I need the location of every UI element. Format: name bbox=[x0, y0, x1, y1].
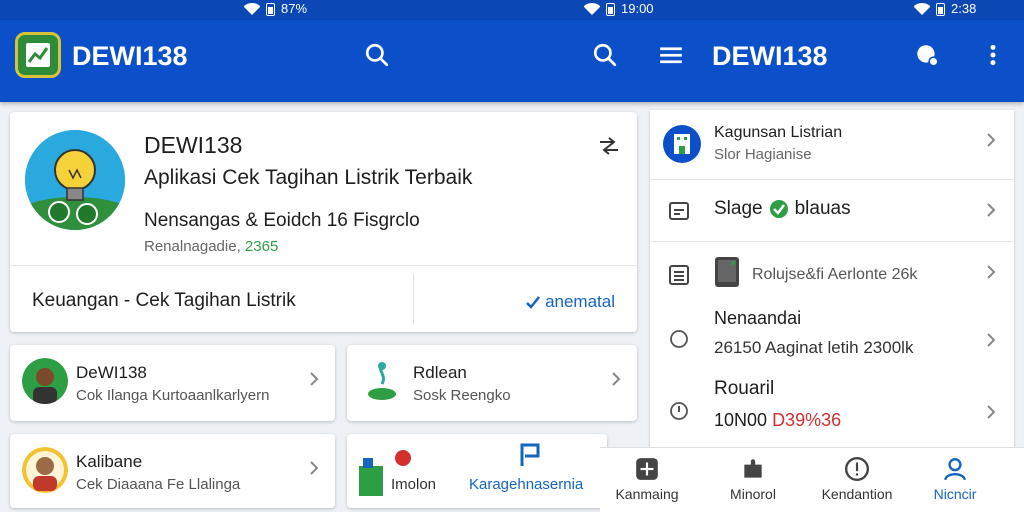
list-card[interactable]: Imolon Karagehnasernia bbox=[347, 434, 607, 508]
calendar-icon bbox=[666, 198, 692, 224]
hero-action-label: anematal bbox=[545, 292, 615, 311]
item-subtitle: 26150 Aaginat letih 2300lk bbox=[714, 338, 914, 357]
app-meta-label: Renalnagadie, bbox=[144, 238, 241, 255]
flag-icon bbox=[520, 443, 540, 466]
nav-label: Kanmaing bbox=[615, 486, 679, 502]
status-group-left: 87% bbox=[244, 1, 307, 17]
avatar bbox=[22, 358, 68, 404]
app-meta-value: 2365 bbox=[244, 238, 279, 255]
status-time: 19:00 bbox=[621, 1, 654, 16]
list-item[interactable]: Kagunsan Listrian Slor Hagianise bbox=[650, 110, 1014, 180]
chat-icon[interactable] bbox=[910, 38, 944, 72]
clock-icon bbox=[666, 398, 692, 424]
list-item[interactable]: Nenaandai 26150 Aaginat letih 2300lk bbox=[650, 302, 1014, 374]
battery-icon bbox=[266, 2, 275, 16]
card-link[interactable]: Karagehnasernia bbox=[469, 476, 583, 493]
plant-icon bbox=[359, 358, 405, 404]
app-title-secondary: DEWI138 bbox=[712, 41, 828, 71]
nav-label: Nicncir bbox=[933, 486, 977, 502]
list-icon bbox=[666, 262, 692, 288]
person-icon bbox=[944, 458, 966, 481]
hero-action-link[interactable]: anematal bbox=[525, 292, 615, 312]
bottom-navigation: Kanmaing Minorol Kendantion Nicncir bbox=[600, 447, 1024, 512]
status-time: 2:38 bbox=[951, 1, 977, 16]
item-title: Slage bbox=[714, 198, 763, 219]
item-title-row: Slage blauas bbox=[714, 198, 851, 220]
item-subtitle: Slor Hagianise bbox=[714, 146, 812, 163]
app-category: Keuangan - Cek Tagihan Listrik bbox=[32, 290, 296, 311]
nav-label: Minorol bbox=[730, 486, 776, 502]
status-group-right: 2:38 bbox=[914, 1, 976, 17]
battery-icon bbox=[936, 2, 945, 16]
check-icon bbox=[526, 296, 541, 309]
share-icon[interactable] bbox=[597, 136, 621, 156]
status-bar: 87% 19:00 2:38 bbox=[0, 0, 1024, 20]
nav-label: Kendantion bbox=[821, 486, 893, 502]
chevron-right-icon bbox=[987, 203, 996, 217]
building-icon bbox=[662, 124, 702, 164]
search-icon[interactable] bbox=[588, 38, 622, 72]
radio-icon[interactable] bbox=[666, 326, 692, 352]
chevron-right-icon bbox=[987, 333, 996, 347]
search-icon[interactable] bbox=[360, 38, 394, 72]
card-title: Rdlean bbox=[413, 363, 467, 382]
phone-icon bbox=[714, 256, 740, 288]
menu-icon[interactable] bbox=[654, 38, 688, 72]
wifi-icon bbox=[914, 3, 930, 15]
puzzle-icon bbox=[744, 459, 762, 478]
wifi-icon bbox=[244, 3, 260, 15]
more-vert-icon[interactable] bbox=[976, 38, 1010, 72]
app-logo-icon[interactable] bbox=[15, 32, 61, 78]
chevron-right-icon bbox=[612, 372, 621, 386]
app-tagline: Aplikasi Cek Tagihan Listrik Terbaik bbox=[144, 166, 473, 189]
chevron-right-icon bbox=[987, 405, 996, 419]
battery-percent: 87% bbox=[281, 1, 308, 16]
chevron-right-icon bbox=[310, 372, 319, 386]
battery-icon bbox=[606, 2, 615, 16]
chevron-right-icon bbox=[987, 265, 996, 279]
avatar bbox=[22, 447, 68, 493]
divider bbox=[10, 265, 637, 266]
app-developer: Nensangas & Eoidch 16 Fisgrclo bbox=[144, 210, 420, 231]
item-title: Kagunsan Listrian bbox=[714, 124, 843, 141]
app-hero-card[interactable]: DEWI138 Aplikasi Cek Tagihan Listrik Ter… bbox=[10, 112, 637, 332]
item-title: Rolujse&fi Aerlonte 26k bbox=[752, 266, 918, 283]
nav-item-kendantion[interactable]: Kendantion bbox=[812, 456, 902, 502]
wifi-icon bbox=[584, 3, 600, 15]
card-title: Imolon bbox=[391, 476, 437, 493]
info-icon bbox=[844, 456, 870, 482]
item-value-highlight: D39%36 bbox=[772, 410, 842, 430]
list-card[interactable]: DeWI138 Cok Ilanga Kurtoaanlkarlyern bbox=[10, 345, 335, 421]
nav-item-home[interactable]: Kanmaing bbox=[612, 456, 682, 502]
settings-panel: Kagunsan Listrian Slor Hagianise Slage b… bbox=[650, 110, 1014, 452]
nav-item-minor[interactable]: Minorol bbox=[718, 456, 788, 502]
item-title: Rouaril bbox=[714, 378, 775, 399]
list-card[interactable]: Rdlean Sosk Reengko bbox=[347, 345, 637, 421]
item-title: Nenaandai bbox=[714, 308, 802, 328]
divider bbox=[413, 274, 414, 324]
card-subtitle: Cok Ilanga Kurtoaanlkarlyern bbox=[76, 387, 270, 404]
nav-item-profile[interactable]: Nicncir bbox=[922, 456, 988, 502]
app-meta: Renalnagadie, 2365 bbox=[144, 238, 278, 255]
verified-icon bbox=[769, 200, 788, 218]
card-subtitle: Sosk Reengko bbox=[413, 387, 511, 404]
item-value-prefix: 10N00 bbox=[714, 410, 768, 430]
item-value: 10N00 D39%36 bbox=[714, 410, 841, 431]
app-title: DEWI138 bbox=[72, 41, 188, 71]
chevron-right-icon bbox=[987, 133, 996, 147]
app-name: DEWI138 bbox=[144, 132, 243, 158]
card-title: DeWI138 bbox=[76, 363, 147, 382]
app-bar: DEWI138 DEWI138 bbox=[0, 20, 1024, 102]
card-title: Kalibane bbox=[76, 452, 143, 471]
card-subtitle: Cek Diaaana Fe Llalinga bbox=[76, 476, 241, 493]
lightbulb-icon bbox=[25, 130, 125, 230]
list-card[interactable]: Kalibane Cek Diaaana Fe Llalinga bbox=[10, 434, 335, 508]
list-item[interactable]: Rouaril 10N00 D39%36 bbox=[650, 374, 1014, 448]
list-item[interactable]: Slage blauas bbox=[650, 180, 1014, 242]
status-group-mid: 19:00 bbox=[584, 1, 654, 17]
list-item[interactable]: Rolujse&fi Aerlonte 26k bbox=[650, 242, 1014, 302]
chevron-right-icon bbox=[310, 461, 319, 475]
item-title-suffix: blauas bbox=[794, 198, 851, 219]
plus-box-icon bbox=[636, 458, 658, 480]
